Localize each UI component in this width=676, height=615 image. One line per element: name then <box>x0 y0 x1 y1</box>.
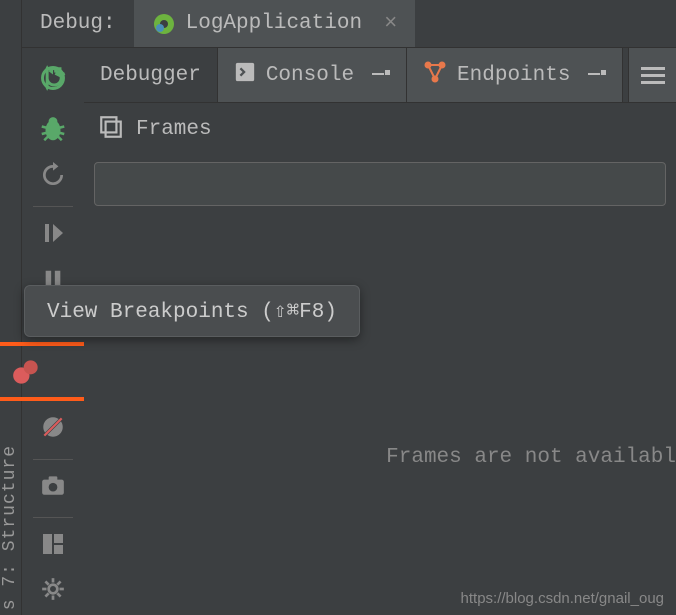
frames-empty-message: Frames are not availabl <box>386 446 676 469</box>
layout-button[interactable] <box>32 524 74 564</box>
endpoints-icon <box>423 60 447 91</box>
frames-title: Frames <box>136 118 212 141</box>
frames-icon <box>98 114 124 145</box>
camera-icon[interactable] <box>32 465 74 505</box>
ide-left-sidebar: s 7: Structure <box>0 0 22 615</box>
view-breakpoints-tooltip: View Breakpoints (⇧⌘F8) <box>24 285 360 337</box>
debug-subtabs: Debugger Console <box>84 48 676 102</box>
run-config-label: LogApplication <box>186 12 362 35</box>
debug-header: Debug: LogApplication × <box>22 0 676 48</box>
minimize-icon[interactable] <box>372 64 390 87</box>
structure-tool-label[interactable]: s 7: Structure <box>0 445 20 610</box>
bug-icon[interactable] <box>32 109 74 149</box>
spring-boot-icon <box>152 12 176 36</box>
tab-label: Endpoints <box>457 64 570 87</box>
rerun-button[interactable] <box>32 58 74 98</box>
tab-label: Console <box>266 64 354 87</box>
update-button[interactable] <box>32 155 74 195</box>
frames-body: Frames are not availabl <box>84 206 676 615</box>
settings-button[interactable] <box>32 570 74 610</box>
watermark: https://blog.csdn.net/gnail_oug <box>461 590 664 607</box>
toolbar-divider <box>33 517 73 518</box>
tab-console[interactable]: Console <box>218 48 407 102</box>
tab-label: Debugger <box>100 64 201 87</box>
mute-breakpoints-button[interactable] <box>32 407 74 447</box>
console-icon <box>234 61 256 90</box>
more-menu-button[interactable] <box>628 48 676 102</box>
debug-title: Debug: <box>22 0 134 47</box>
minimize-icon[interactable] <box>588 64 606 87</box>
resume-button[interactable] <box>32 213 74 253</box>
tab-endpoints[interactable]: Endpoints <box>407 48 623 102</box>
close-icon[interactable]: × <box>384 11 397 36</box>
toolbar-divider <box>33 459 73 460</box>
run-config-tab[interactable]: LogApplication × <box>134 0 416 47</box>
tab-debugger[interactable]: Debugger <box>84 48 218 102</box>
frames-header: Frames <box>84 102 676 156</box>
toolbar-divider <box>33 206 73 207</box>
frames-thread-selector[interactable] <box>94 162 666 206</box>
